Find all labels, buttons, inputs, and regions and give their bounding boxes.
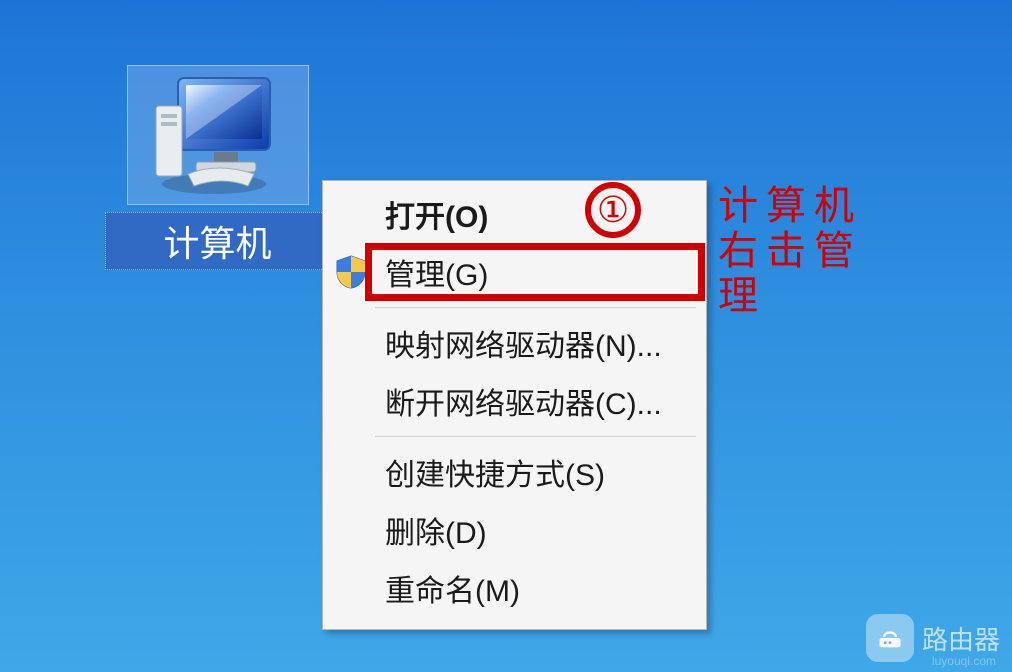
menu-item-delete[interactable]: 删除(D) [325,501,704,559]
desktop-icon-label: 计算机 [105,212,330,270]
menu-item-manage[interactable]: 管理(G) [325,243,704,301]
menu-item-map-drive[interactable]: 映射网络驱动器(N)... [325,314,704,372]
menu-item-rename[interactable]: 重命名(M) [325,559,704,617]
menu-item-open[interactable]: 打开(O) [325,185,704,243]
context-menu: 打开(O) 管理(G) 映射网络驱动器(N)... 断开网络驱动器(C)... [322,180,707,630]
menu-separator [375,307,696,308]
menu-item-label: 打开(O) [385,192,488,236]
annotation-hint-text: 计算机右击管理 [718,184,878,318]
menu-item-label: 重命名(M) [385,566,520,610]
watermark-logo-icon [866,614,914,662]
menu-item-disconnect-drive[interactable]: 断开网络驱动器(C)... [325,372,704,430]
menu-item-label: 断开网络驱动器(C)... [385,379,662,423]
menu-item-label: 创建快捷方式(S) [385,450,605,494]
watermark-sub: luyouqi.com [932,654,996,668]
watermark-brand: 路由器 [922,620,1000,657]
menu-item-create-shortcut[interactable]: 创建快捷方式(S) [325,443,704,501]
icon-selection-bg [127,65,309,205]
menu-item-label: 映射网络驱动器(N)... [385,321,662,365]
annotation-number-text: ① [597,189,629,231]
menu-item-label: 删除(D) [385,508,487,552]
annotation-step-number: ① [585,182,641,238]
menu-separator [375,436,696,437]
context-menu-list: 打开(O) 管理(G) 映射网络驱动器(N)... 断开网络驱动器(C)... [325,185,704,617]
shield-icon [333,254,369,290]
menu-item-label: 管理(G) [385,250,488,294]
computer-icon [148,70,288,200]
desktop-computer-icon[interactable]: 计算机 [105,65,330,270]
